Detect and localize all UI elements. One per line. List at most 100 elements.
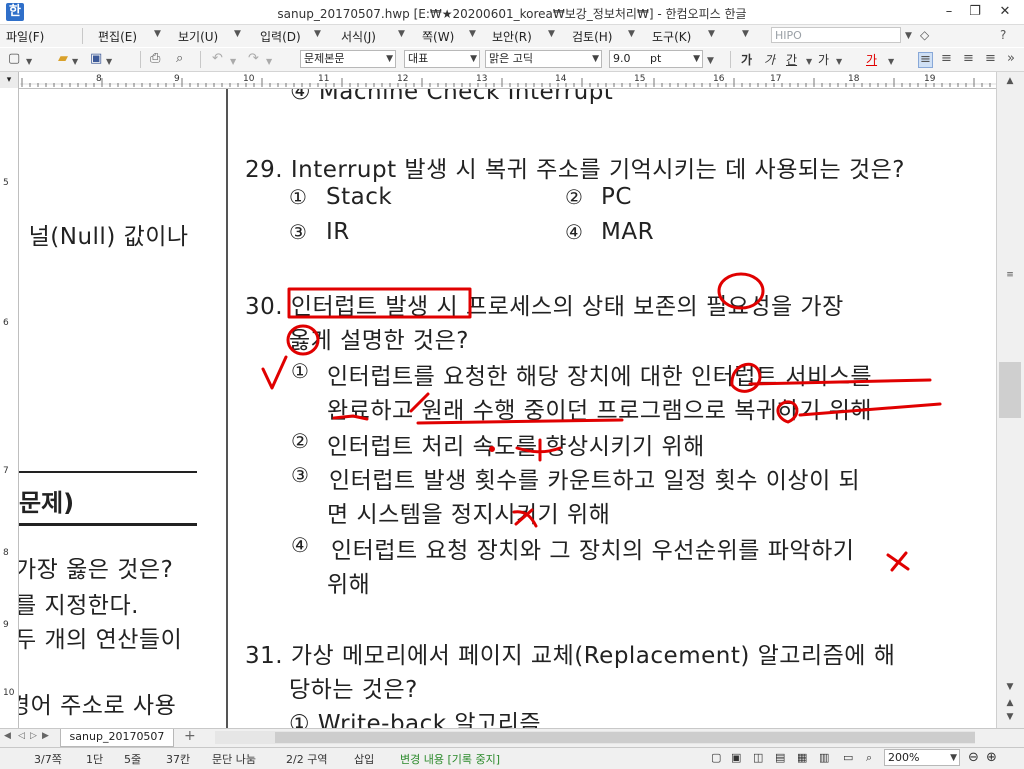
fit-width-icon[interactable]: ▤	[775, 751, 785, 764]
redo-icon[interactable]: ↷	[248, 52, 259, 66]
document-tab[interactable]: sanup_20170507	[60, 729, 174, 747]
zoom-in-icon[interactable]: ⊕	[986, 750, 997, 765]
align-center-icon[interactable]: ≡	[963, 52, 974, 66]
menu-format[interactable]: 서식(J)	[341, 28, 376, 45]
font-color-button[interactable]: 가	[866, 51, 877, 68]
chevron-down-icon[interactable]: ▼	[469, 29, 476, 39]
scroll-down-icon[interactable]: ▼	[999, 680, 1021, 694]
horizontal-ruler[interactable]: ▾ 8 9 10 11 12 13 14 15 16 17 18 19	[0, 72, 1024, 89]
close-button[interactable]: ✕	[992, 2, 1018, 22]
chevron-down-icon[interactable]: ▼	[266, 55, 272, 69]
help-search-icon[interactable]: ◇	[920, 28, 929, 42]
chevron-down-icon[interactable]: ▼	[386, 51, 393, 67]
chevron-down-icon[interactable]: ▼	[398, 29, 405, 39]
vertical-scrollbar[interactable]: ▲ ≡ ▼ ▲ ▼	[996, 72, 1024, 728]
chevron-down-icon[interactable]: ▼	[742, 29, 749, 39]
chevron-down-icon[interactable]: ▼	[234, 29, 241, 39]
add-tab-button[interactable]: +	[184, 728, 196, 744]
chevron-down-icon[interactable]: ▼	[154, 29, 161, 39]
two-page-icon[interactable]: ◫	[753, 751, 763, 764]
chevron-down-icon[interactable]: ▼	[72, 55, 78, 69]
question-30-stem: 30. 인터럽트 발생 시 프로세스의 상태 보존의 필요성을 가장	[245, 294, 844, 320]
menu-insert[interactable]: 입력(D)	[260, 28, 301, 45]
chevron-down-icon[interactable]: ▼	[693, 51, 700, 67]
chevron-down-icon[interactable]: ▼	[548, 29, 555, 39]
chevron-down-icon[interactable]: ▼	[888, 55, 894, 69]
menu-separator	[82, 28, 83, 44]
scrollbar-thumb[interactable]	[999, 362, 1021, 418]
print-icon[interactable]: ⎙	[150, 52, 160, 66]
menu-edit[interactable]: 편집(E)	[98, 28, 137, 45]
chevron-down-icon[interactable]: ▼	[836, 55, 842, 69]
next-page-icon[interactable]: ▼	[999, 710, 1021, 724]
style-select[interactable]: 문제본문 ▼	[300, 50, 396, 68]
status-track-changes[interactable]: 변경 내용 [기록 중지]	[400, 751, 500, 767]
last-tab-icon[interactable]: ▶	[42, 731, 49, 741]
new-document-icon[interactable]: ▢	[8, 52, 20, 66]
q30-option-3-cont: 면 시스템을 정지시키기 위해	[327, 502, 611, 528]
chevron-down-icon[interactable]: ▼	[707, 54, 714, 68]
print-preview-icon[interactable]: ⌕	[176, 52, 183, 66]
strikethrough-button[interactable]: 가	[818, 51, 829, 68]
menu-page[interactable]: 쪽(W)	[422, 28, 454, 45]
chevron-down-icon[interactable]: ▼	[592, 51, 599, 67]
status-insert-mode[interactable]: 삽입	[354, 751, 374, 767]
vertical-ruler[interactable]: 5 6 7 8 9 10	[0, 88, 19, 728]
more-options-icon[interactable]: »	[1007, 52, 1015, 66]
open-folder-icon[interactable]: ▰	[58, 52, 68, 66]
menu-view[interactable]: 보기(U)	[178, 28, 218, 45]
menu-review[interactable]: 검토(H)	[572, 28, 612, 45]
horizontal-scrollbar[interactable]	[215, 731, 975, 744]
align-right-icon[interactable]: ≡	[985, 52, 996, 66]
save-icon[interactable]: ▣	[90, 52, 102, 66]
option-number: ③	[291, 463, 309, 487]
italic-button[interactable]: 가	[764, 51, 775, 68]
scroll-split-icon[interactable]: ≡	[999, 268, 1021, 282]
document-canvas[interactable]: . 널(Null) 값이나 문제) 가장 옳은 것은? 를 지정한다. 두 개의…	[19, 89, 996, 728]
prev-tab-icon[interactable]: ◁	[18, 731, 25, 741]
chevron-down-icon[interactable]: ▼	[106, 55, 112, 69]
zoom-select[interactable]: 200% ▼	[884, 749, 960, 766]
chevron-down-icon[interactable]: ▼	[314, 29, 321, 39]
undo-icon[interactable]: ↶	[212, 52, 223, 66]
chevron-down-icon[interactable]: ▼	[628, 29, 635, 39]
menu-file[interactable]: 파일(F)	[6, 28, 44, 45]
chevron-down-icon[interactable]: ▼	[905, 29, 912, 43]
menu-security[interactable]: 보안(R)	[492, 28, 532, 45]
next-tab-icon[interactable]: ▷	[30, 731, 37, 741]
chevron-down-icon[interactable]: ▼	[26, 55, 32, 69]
align-left-icon[interactable]: ≡	[941, 52, 952, 66]
minimize-button[interactable]: –	[936, 2, 962, 22]
help-icon[interactable]: ?	[1000, 28, 1006, 42]
multi-page-icon[interactable]: ▥	[819, 751, 829, 764]
chevron-down-icon[interactable]: ▼	[708, 29, 715, 39]
restore-button[interactable]: ❐	[962, 2, 988, 22]
document-tab-bar: ◀ ◁ ▷ ▶ sanup_20170507 +	[0, 728, 1024, 747]
zoom-out-icon[interactable]: ⊖	[968, 750, 979, 765]
chevron-down-icon[interactable]: ▼	[950, 750, 957, 765]
q30-option-1-cont: 완료하고 원래 수행 중이던 프로그램으로 복귀하기 위해	[327, 398, 873, 424]
first-tab-icon[interactable]: ◀	[4, 731, 11, 741]
bold-button[interactable]: 가	[741, 51, 752, 68]
scrollbar-thumb[interactable]	[275, 732, 975, 743]
align-justify-icon[interactable]: ≡	[918, 52, 933, 68]
normal-view-icon[interactable]: ▢	[711, 751, 721, 764]
chevron-down-icon[interactable]: ▼	[470, 51, 477, 67]
book-view-icon[interactable]: ▭	[843, 751, 853, 764]
prev-page-icon[interactable]: ▲	[999, 696, 1021, 710]
font-size-select[interactable]: 9.0 pt ▼	[609, 50, 703, 68]
page-view-icon[interactable]: ▣	[731, 751, 741, 764]
fit-page-icon[interactable]: ▦	[797, 751, 807, 764]
zoom-icon[interactable]: ⌕	[866, 751, 872, 765]
status-page[interactable]: 3/7쪽	[34, 751, 62, 767]
underline-button[interactable]: 간	[786, 51, 797, 68]
chevron-down-icon[interactable]: ▼	[806, 55, 812, 69]
chevron-down-icon[interactable]: ▼	[230, 55, 236, 69]
font-category-select[interactable]: 대표 ▼	[404, 50, 480, 68]
toolbar-separator	[200, 51, 201, 68]
column-divider	[226, 89, 228, 728]
menu-tools[interactable]: 도구(K)	[652, 28, 691, 45]
scroll-up-icon[interactable]: ▲	[999, 74, 1021, 88]
font-select[interactable]: 맑은 고딕 ▼	[485, 50, 602, 68]
help-search-input[interactable]: HIPO	[771, 27, 901, 43]
